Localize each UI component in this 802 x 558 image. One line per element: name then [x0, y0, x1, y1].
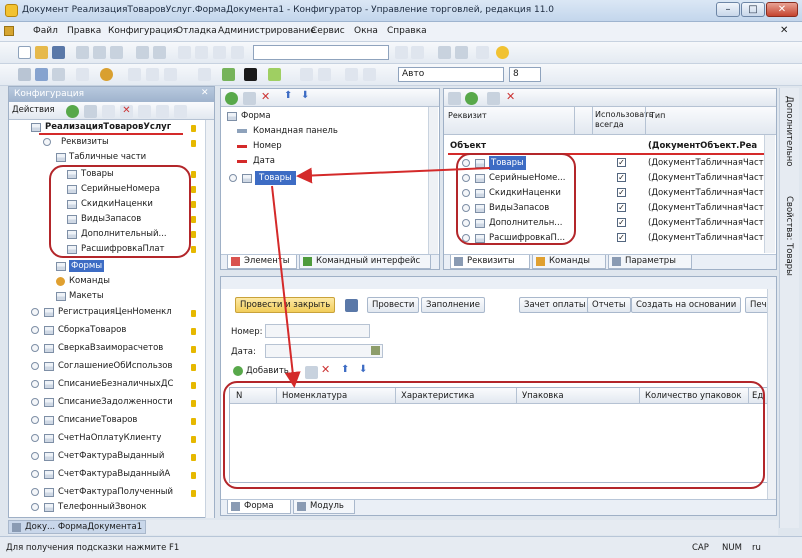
arrow-element-to-table: [271, 185, 301, 388]
lang-indicator: ru: [752, 543, 761, 553]
annotation-arrows: [271, 167, 491, 388]
status-hint: Для получения подсказки нажмите F1: [6, 543, 180, 553]
status-bar: Для получения подсказки нажмите F1 CAP N…: [0, 536, 802, 558]
num-indicator: NUM: [722, 543, 742, 553]
window-tab-form[interactable]: Доку... ФормаДокумента1: [8, 520, 146, 534]
form-tab-icon: [12, 523, 21, 532]
arrow-attributes-to-element: [296, 167, 491, 184]
cap-indicator: CAP: [692, 543, 709, 553]
window-tabs: Доку... ФормаДокумента1: [8, 520, 778, 535]
